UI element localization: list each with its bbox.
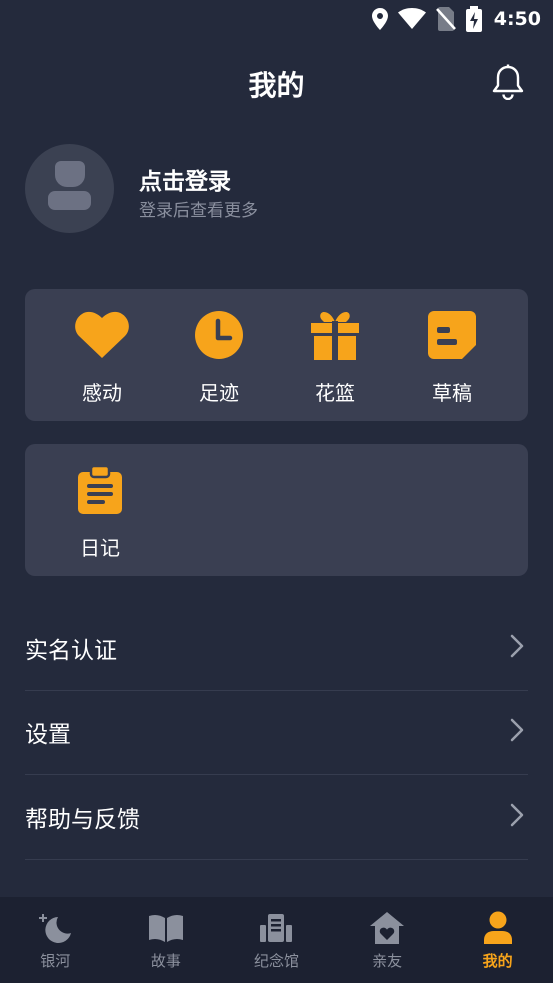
menu-item-verification[interactable]: 实名认证 [25, 606, 528, 691]
tab-label: 纪念馆 [253, 952, 299, 970]
location-icon [371, 8, 388, 30]
feature-moved[interactable]: 感动 [52, 309, 152, 406]
book-icon [111, 911, 222, 945]
gift-icon [307, 309, 363, 361]
feature-draft[interactable]: 草稿 [402, 309, 502, 406]
feature-label: 花篮 [315, 381, 355, 405]
person-icon [442, 911, 553, 945]
menu-item-help-feedback[interactable]: 帮助与反馈 [25, 775, 528, 860]
feature-label: 足迹 [199, 381, 239, 405]
tab-label: 亲友 [372, 952, 403, 970]
feature-label: 感动 [82, 381, 122, 405]
avatar[interactable] [25, 144, 114, 233]
login-section[interactable]: 点击登录 登录后查看更多 [25, 144, 525, 234]
bell-icon[interactable] [491, 64, 525, 101]
tab-label: 我的 [482, 952, 513, 970]
tab-label: 故事 [150, 952, 181, 970]
clock-icon [191, 309, 247, 361]
heart-icon [74, 309, 130, 361]
draft-icon [424, 309, 480, 361]
chevron-right-icon [510, 718, 524, 746]
memorial-icon [221, 911, 332, 945]
tab-label: 银河 [40, 952, 71, 970]
login-subtitle: 登录后查看更多 [139, 201, 258, 221]
tab-story[interactable]: 故事 [111, 897, 222, 983]
menu-label: 设置 [25, 722, 71, 749]
clipboard-icon [72, 464, 128, 516]
login-title[interactable]: 点击登录 [139, 162, 231, 196]
battery-charging-icon [465, 6, 482, 32]
feature-footprint[interactable]: 足迹 [169, 309, 269, 406]
feature-diary[interactable]: 日记 [50, 464, 150, 561]
menu-label: 帮助与反馈 [25, 806, 140, 833]
extras-card: 日记 [25, 444, 528, 576]
page-title: 我的 [248, 69, 305, 102]
moon-stars-icon [0, 911, 111, 945]
settings-menu: 实名认证 设置 帮助与反馈 [25, 606, 528, 860]
menu-label: 实名认证 [25, 637, 117, 664]
tab-memorial[interactable]: 纪念馆 [221, 897, 332, 983]
bottom-tab-bar: 银河 故事 纪念馆 亲友 我的 [0, 897, 553, 983]
status-time: 4:50 [493, 8, 541, 30]
header: 我的 [0, 50, 553, 116]
feature-label: 草稿 [432, 381, 472, 405]
wifi-icon [397, 8, 426, 30]
tab-galaxy[interactable]: 银河 [0, 897, 111, 983]
feature-card: 感动 足迹 花篮 草稿 [25, 289, 528, 421]
feature-label: 日记 [80, 536, 120, 560]
no-sim-icon [435, 7, 456, 31]
status-bar: 4:50 [0, 0, 553, 38]
tab-family[interactable]: 亲友 [332, 897, 443, 983]
menu-item-settings[interactable]: 设置 [25, 691, 528, 775]
tab-mine[interactable]: 我的 [442, 897, 553, 983]
chevron-right-icon [510, 634, 524, 662]
home-heart-icon [332, 911, 443, 945]
feature-basket[interactable]: 花篮 [285, 309, 385, 406]
chevron-right-icon [510, 803, 524, 831]
